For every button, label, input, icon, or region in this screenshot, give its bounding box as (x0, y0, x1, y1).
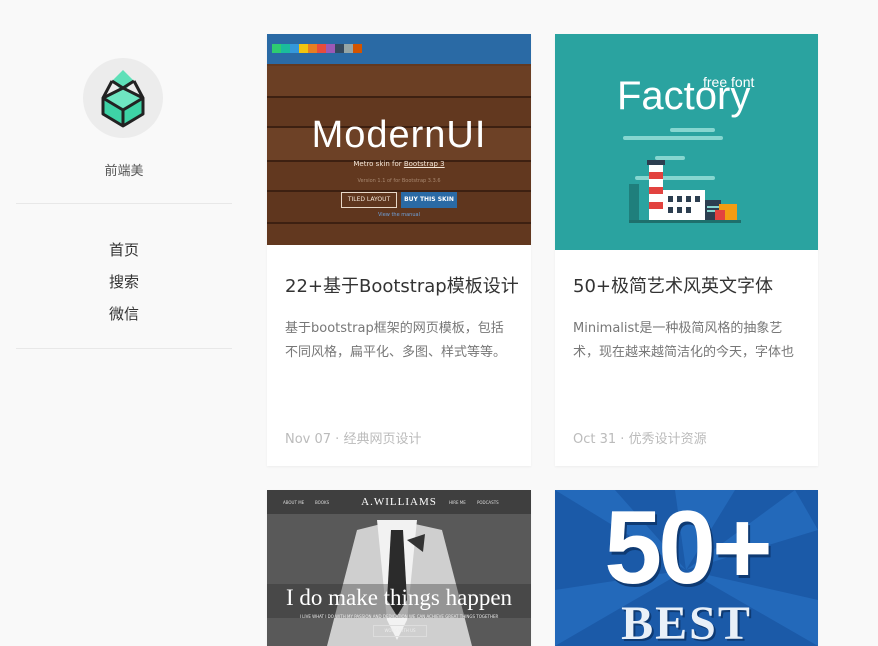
post-date: Nov 07 (285, 432, 332, 447)
site-logo[interactable] (83, 58, 163, 138)
thumb-heading: ModernUI (311, 114, 487, 156)
thumb-brand: A.WILLIAMS (361, 496, 437, 508)
thumb-tiled-button: TILED LAYOUT (341, 192, 397, 208)
main-nav: 首页 搜索 微信 (16, 237, 232, 333)
post-category-link[interactable]: 经典网页设计 (343, 432, 421, 447)
thumb-version: Version 1.1 of for Bootstrap 3.3.6 (357, 178, 441, 184)
post-excerpt: Minimalist是一种极简风格的抽象艺术，现在越来越简洁化的今天，字体也 (573, 321, 795, 360)
post-thumbnail[interactable]: free font Factory (555, 34, 818, 250)
thumb-best: BEST (621, 597, 752, 646)
post-thumbnail[interactable]: ModernUI Metro skin for Bootstrap 3 Vers… (267, 34, 531, 245)
site-name[interactable]: 前端美 (16, 160, 232, 179)
nav-item-wechat[interactable]: 微信 (16, 301, 232, 333)
post-thumbnail[interactable]: ABOUT ME BOOKS HIRE ME PODCASTS A.WILLIA… (267, 490, 531, 646)
thumb-buy-button: BUY THIS SKIN (401, 192, 457, 208)
thumb-view-link: View the manual (378, 212, 420, 218)
factory-illustration (623, 128, 741, 223)
post-date: Oct 31 (573, 432, 617, 447)
divider (16, 203, 232, 204)
nav-item-home[interactable]: 首页 (16, 237, 232, 269)
portrait-photo (267, 490, 531, 646)
post-category-link[interactable]: 优秀设计资源 (629, 432, 707, 447)
thumb-big-number: 50+ (604, 490, 772, 606)
post-title[interactable]: 50+极简艺术风英文字体 (573, 272, 773, 298)
post-card[interactable]: ModernUI Metro skin for Bootstrap 3 Vers… (267, 34, 531, 466)
post-excerpt: 基于bootstrap框架的网页模板，包括不同风格，扁平化、多图、样式等等。 (285, 321, 507, 360)
post-card[interactable]: ABOUT ME BOOKS HIRE ME PODCASTS A.WILLIA… (267, 490, 531, 646)
divider (16, 348, 232, 349)
gem-hex-logo-icon (101, 70, 145, 128)
post-card[interactable]: 50+ BEST (555, 490, 818, 646)
thumb-subtitle-text: Metro skin for (353, 160, 404, 168)
thumb-subtitle-link: Bootstrap 3 (403, 160, 445, 168)
sidebar: 前端美 首页 搜索 微信 (16, 0, 232, 646)
thumb-headline: I do make things happen (285, 585, 513, 610)
post-meta: Nov 07 · 经典网页设计 (285, 432, 422, 447)
thumb-subtitle: Metro skin for Bootstrap 3 (267, 160, 531, 168)
post-meta: Oct 31 · 优秀设计资源 (573, 432, 707, 447)
post-title[interactable]: 22+基于Bootstrap模板设计 (285, 272, 519, 298)
post-thumbnail[interactable]: 50+ BEST (555, 490, 818, 646)
thumb-work-button: WORK WITH US (373, 625, 427, 637)
thumb-tagline: I LIVE WHAT I DO WITH MY PASSION AND DED… (299, 614, 499, 619)
post-card[interactable]: free font Factory 50+极简艺术风英文字体 Minimalis… (555, 34, 818, 466)
nav-item-search[interactable]: 搜索 (16, 269, 232, 301)
